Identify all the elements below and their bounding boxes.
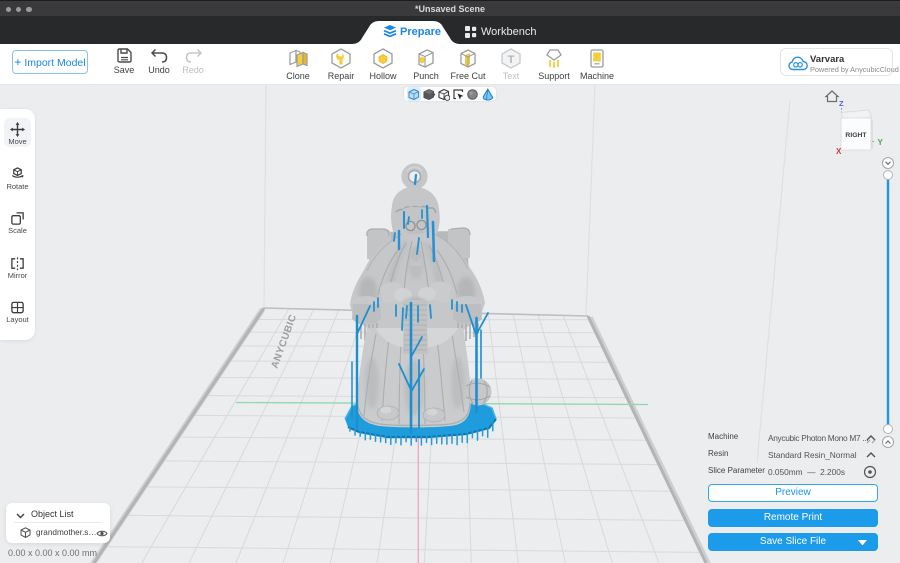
svg-text:Z: Z [839,99,844,108]
svg-text:Y: Y [878,138,884,147]
svg-text:X: X [836,147,842,156]
svg-text:T: T [508,54,515,66]
svg-text:RIGHT: RIGHT [845,132,867,139]
